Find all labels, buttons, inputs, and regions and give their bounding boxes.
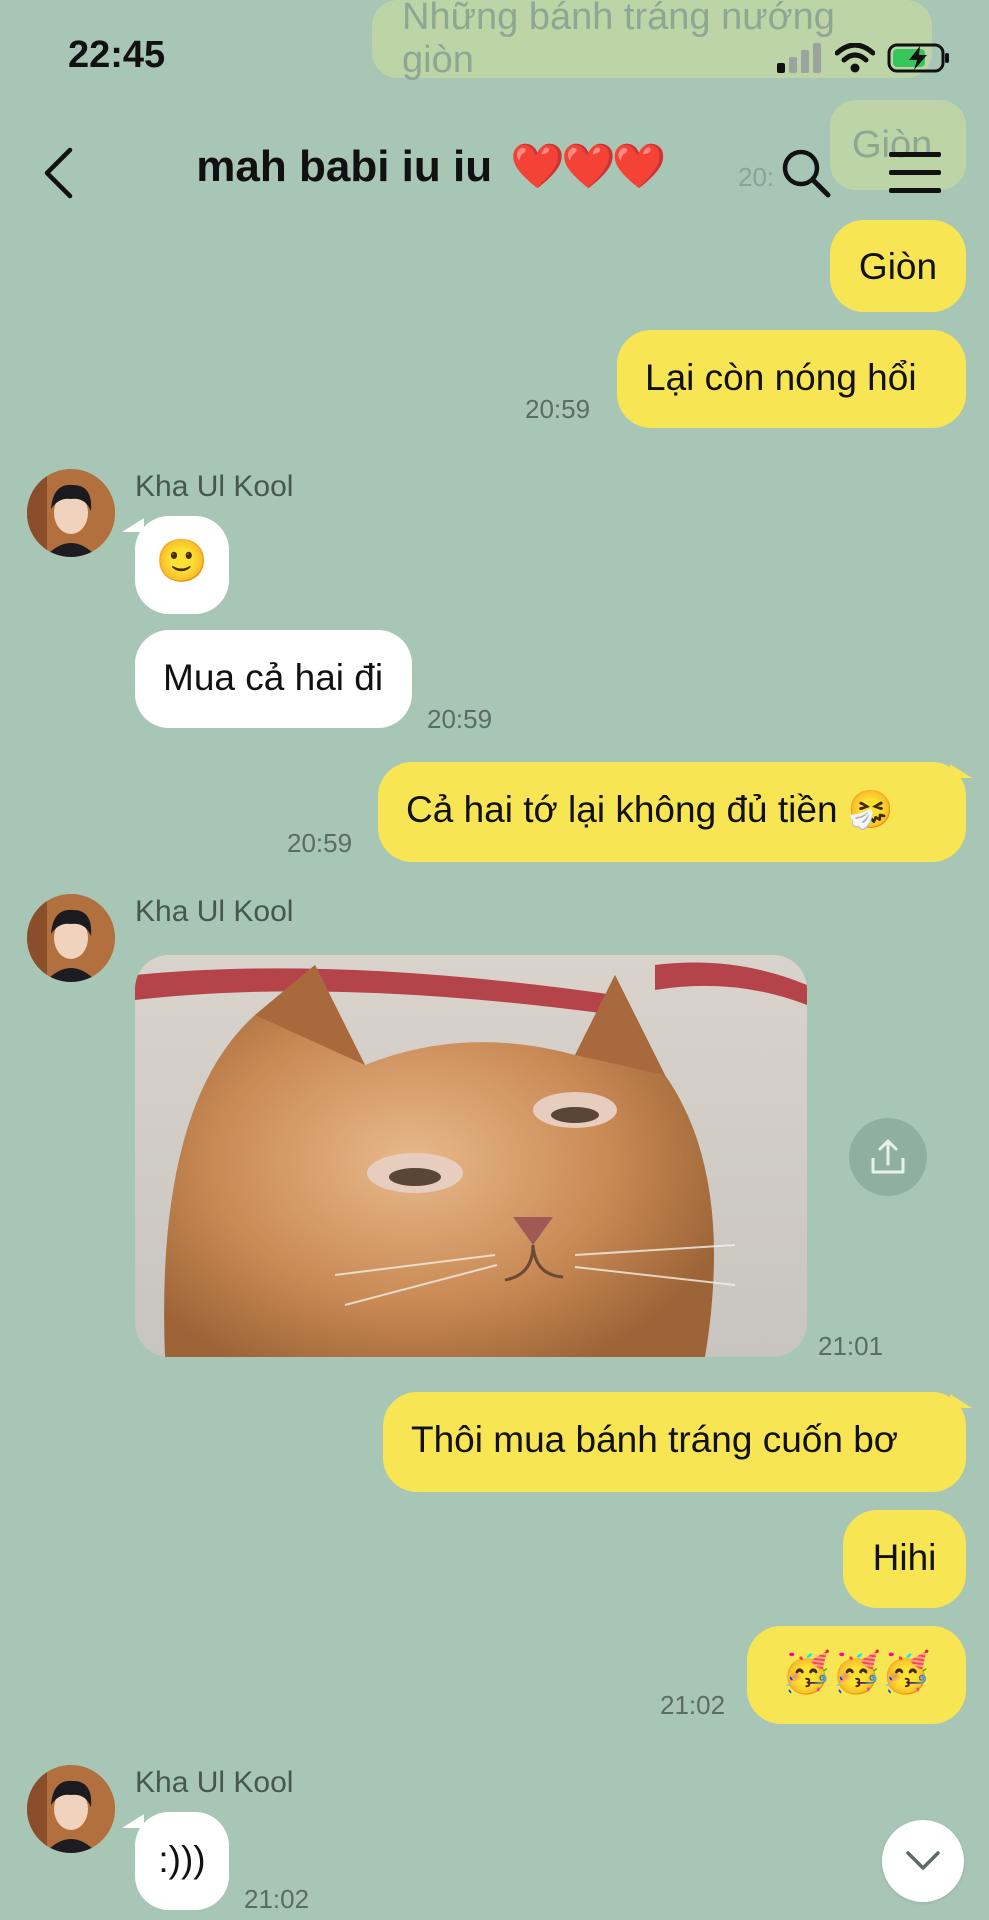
menu-button[interactable]	[884, 148, 946, 198]
scroll-to-bottom-button[interactable]	[882, 1820, 964, 1902]
avatar-photo	[27, 469, 115, 557]
message-text: Cả hai tớ lại không đủ tiền 🤧	[406, 789, 894, 830]
share-icon	[871, 1139, 905, 1174]
message-text: 🥳🥳🥳	[781, 1651, 932, 1695]
incoming-message[interactable]: Mua cả hai đi	[135, 630, 412, 728]
incoming-message[interactable]: :)))	[135, 1812, 229, 1910]
avatar-photo	[27, 894, 115, 982]
chat-title-text: mah babi iu iu	[196, 142, 493, 191]
message-text: Hihi	[872, 1537, 937, 1578]
cat-photo	[135, 955, 807, 1357]
sender-name: Kha Ul Kool	[135, 895, 294, 928]
message-timestamp: 21:02	[244, 1884, 310, 1914]
signal-icon	[777, 43, 821, 73]
message-timestamp: 20:59	[525, 394, 591, 424]
avatar-photo	[27, 1765, 115, 1853]
message-text: Mua cả hai đi	[163, 657, 384, 698]
wifi-icon	[835, 43, 875, 73]
contact-avatar[interactable]	[27, 469, 115, 557]
status-icons	[777, 42, 951, 74]
hamburger-menu-icon	[889, 152, 941, 193]
battery-charging-icon	[887, 43, 949, 73]
message-text: 🙂	[155, 537, 209, 584]
message-timestamp: 21:01	[818, 1331, 884, 1361]
image-message[interactable]	[135, 955, 807, 1357]
message-text: :)))	[158, 1839, 206, 1880]
contact-avatar[interactable]	[27, 1765, 115, 1853]
message-text: Giòn	[858, 246, 938, 287]
sender-name: Kha Ul Kool	[135, 1766, 294, 1799]
status-time: 22:45	[68, 34, 166, 76]
outgoing-message[interactable]: 🥳🥳🥳	[747, 1626, 966, 1724]
chat-title: mah babi iu iu ❤️❤️❤️	[150, 140, 709, 192]
share-button[interactable]	[849, 1118, 927, 1196]
contact-avatar[interactable]	[27, 894, 115, 982]
back-button[interactable]	[36, 145, 80, 201]
outgoing-message[interactable]: Giòn	[830, 220, 966, 312]
sender-name: Kha Ul Kool	[135, 470, 294, 503]
outgoing-message[interactable]: Thôi mua bánh tráng cuốn bơ	[383, 1392, 966, 1492]
message-text: Lại còn nóng hổi	[645, 357, 917, 398]
outgoing-message[interactable]: Lại còn nóng hổi	[617, 330, 966, 428]
search-icon	[782, 149, 831, 198]
heart-emojis: ❤️❤️❤️	[510, 142, 666, 191]
message-text: Thôi mua bánh tráng cuốn bơ	[411, 1419, 899, 1460]
message-timestamp: 21:02	[660, 1690, 726, 1720]
message-timestamp: 20:59	[287, 828, 353, 858]
chevron-left-icon	[44, 147, 73, 199]
incoming-message[interactable]: 🙂	[135, 516, 229, 614]
outgoing-message[interactable]: Cả hai tớ lại không đủ tiền 🤧	[378, 762, 966, 862]
search-button[interactable]	[778, 145, 834, 201]
outgoing-message[interactable]: Hihi	[843, 1510, 966, 1608]
chevron-down-icon	[906, 1851, 940, 1870]
message-timestamp: 20:59	[427, 704, 493, 734]
faded-timestamp: 20:	[738, 162, 775, 192]
